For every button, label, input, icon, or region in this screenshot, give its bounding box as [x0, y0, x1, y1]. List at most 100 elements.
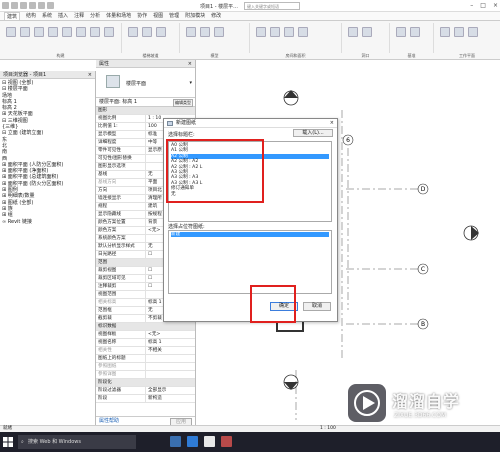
property-row[interactable]: 视图名称 标高 1 — [96, 339, 195, 347]
property-row[interactable]: 参照图纸 — [96, 363, 195, 371]
tab-addins[interactable]: 附加模块 — [185, 12, 205, 20]
ref-plane-icon[interactable] — [454, 27, 464, 37]
maximize-icon[interactable]: □ — [480, 2, 486, 9]
tab-structure[interactable]: 结构 — [26, 12, 36, 20]
door-icon[interactable] — [20, 27, 30, 37]
tab-systems[interactable]: 系统 — [42, 12, 52, 20]
tab-manage[interactable]: 管理 — [169, 12, 179, 20]
set-workplane-icon[interactable] — [440, 27, 450, 37]
property-row[interactable]: 阶段 新构造 — [96, 395, 195, 403]
tab-annotate[interactable]: 注释 — [74, 12, 84, 20]
property-key: 范围框 — [96, 307, 146, 314]
placeholder-label: 选择占位符图纸: — [168, 224, 205, 230]
windows-start-icon[interactable] — [3, 437, 13, 447]
ribbon-group-model: 模型 — [180, 23, 250, 58]
room-separator-icon[interactable] — [270, 27, 280, 37]
type-selector[interactable]: 楼层平面 ▾ — [96, 68, 195, 98]
shaft-icon[interactable] — [348, 27, 358, 37]
close-icon[interactable]: × — [493, 2, 498, 9]
list-item[interactable]: 新建 — [171, 232, 329, 238]
component-icon[interactable] — [48, 27, 58, 37]
property-value[interactable]: 全部显示 — [146, 387, 195, 394]
property-section-header[interactable]: 图形 — [96, 107, 195, 115]
app-menu-icon[interactable] — [2, 2, 9, 9]
model-text-icon[interactable] — [186, 27, 196, 37]
tab-analyze[interactable]: 分析 — [90, 12, 100, 20]
floor-icon[interactable] — [104, 27, 114, 37]
save-icon[interactable] — [20, 2, 27, 9]
property-row[interactable]: 相关性 不相关 — [96, 347, 195, 355]
task-view-icon[interactable] — [170, 436, 181, 447]
property-row[interactable]: 视图样板 <无> — [96, 331, 195, 339]
revit-app-icon[interactable] — [221, 436, 232, 447]
grid-icon[interactable] — [410, 27, 420, 37]
close-icon[interactable]: × — [88, 71, 92, 79]
open-icon[interactable] — [11, 2, 18, 9]
room-icon[interactable] — [256, 27, 266, 37]
ribbon-group-datum: 基准 — [390, 23, 434, 58]
watermark: 溜溜自学 ZIXUE.3D66.COM — [348, 384, 498, 430]
group-label-build: 构建 — [56, 53, 65, 58]
property-value[interactable]: 新构造 — [146, 395, 195, 402]
file-explorer-icon[interactable] — [204, 436, 215, 447]
taskbar-search[interactable]: ⌕ 搜索 Web 和 Windows — [18, 435, 136, 449]
cancel-button[interactable]: 取消 — [303, 302, 331, 311]
tab-collaborate[interactable]: 协作 — [137, 12, 147, 20]
property-value[interactable] — [146, 371, 195, 378]
chevron-down-icon[interactable]: ▾ — [189, 80, 192, 86]
edge-icon[interactable] — [187, 436, 198, 447]
list-item[interactable]: 无 — [171, 192, 329, 197]
property-row[interactable]: 阶段过滤器 全部显示 — [96, 387, 195, 395]
property-value[interactable]: 不相关 — [146, 347, 195, 354]
property-value[interactable] — [146, 363, 195, 370]
area-icon[interactable] — [284, 27, 294, 37]
level-icon[interactable] — [396, 27, 406, 37]
column-icon[interactable] — [62, 27, 72, 37]
minimize-icon[interactable]: – — [470, 2, 473, 9]
property-row[interactable]: 图纸上的标题 — [96, 355, 195, 363]
tree-item[interactable]: ∞ Revit 链接 — [2, 219, 95, 225]
stair-icon[interactable] — [156, 27, 166, 37]
property-value[interactable]: <无> — [146, 331, 195, 338]
railing-icon[interactable] — [128, 27, 138, 37]
property-value[interactable]: 标高 1 — [146, 339, 195, 346]
property-section-header[interactable]: 标识数据 — [96, 323, 195, 331]
close-icon[interactable]: × — [188, 60, 192, 68]
property-key: 基线方向 — [96, 179, 146, 186]
instance-selector[interactable]: 楼层平面: 标高 1 编辑类型 — [96, 98, 195, 107]
search-input[interactable]: 键入关键字或短语 — [244, 2, 300, 10]
property-key: 方向 — [96, 187, 146, 194]
window-icon[interactable] — [34, 27, 44, 37]
viewer-icon[interactable] — [468, 27, 478, 37]
wall-icon[interactable] — [6, 27, 16, 37]
titleblock-list[interactable]: A0 公制 A1 公制 A2 公制 A2 公制 : A2 A2 公制 : A2 L A3 … — [168, 141, 332, 222]
model-line-icon[interactable] — [200, 27, 210, 37]
roof-icon[interactable] — [76, 27, 86, 37]
group-label-opening: 洞口 — [361, 53, 370, 58]
edit-type-button[interactable]: 编辑类型 — [173, 99, 193, 107]
property-value[interactable] — [146, 355, 195, 362]
model-group-icon[interactable] — [214, 27, 224, 37]
close-icon[interactable]: × — [330, 119, 334, 128]
tab-modify[interactable]: 修改 — [211, 12, 221, 20]
property-key: 阶段化 — [98, 380, 112, 385]
ramp-icon[interactable] — [142, 27, 152, 37]
tab-insert[interactable]: 插入 — [58, 12, 68, 20]
project-browser: 项目浏览器 - 项目1 × ⊟ 视图 (全部) ⊟ 楼层平面 场地 标高 1 标… — [0, 71, 96, 425]
tab-architecture[interactable]: 建筑 — [4, 12, 21, 20]
wall-opening-icon[interactable] — [362, 27, 372, 37]
properties-title: 属性 — [99, 61, 110, 67]
tag-room-icon[interactable] — [298, 27, 308, 37]
ok-button[interactable]: 确定 — [270, 302, 298, 311]
load-button[interactable]: 载入(L)... — [293, 129, 333, 137]
undo-icon[interactable] — [29, 2, 36, 9]
property-row[interactable]: 参照详图 — [96, 371, 195, 379]
property-key: 相关性 — [96, 347, 146, 354]
property-section-header[interactable]: 阶段化 — [96, 379, 195, 387]
placeholder-sheet-list[interactable]: 新建 — [168, 230, 332, 294]
ceiling-icon[interactable] — [90, 27, 100, 37]
tab-view[interactable]: 视图 — [153, 12, 163, 20]
print-icon[interactable] — [47, 2, 54, 9]
redo-icon[interactable] — [38, 2, 45, 9]
tab-massing-site[interactable]: 体量和场地 — [106, 12, 131, 20]
